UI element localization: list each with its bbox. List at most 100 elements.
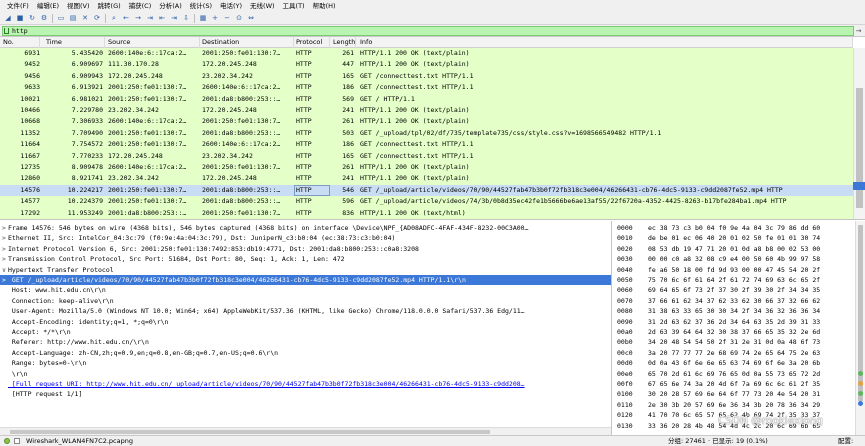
details-tree-row[interactable]: [HTTP request 1/1] xyxy=(0,389,611,399)
packet-row[interactable]: 14577 10.224379 2001:250:fe01:130:7… 2001:d… xyxy=(0,196,853,208)
details-tree-row[interactable]: > Ethernet II, Src: IntelCor_04:3c:79 (f0… xyxy=(0,233,611,243)
menu-item[interactable]: 电话(Y) xyxy=(216,0,246,12)
menu-item[interactable]: 帮助(H) xyxy=(309,0,340,12)
open-file-icon[interactable]: ▭ xyxy=(56,13,66,23)
menu-item[interactable]: 文件(F) xyxy=(3,0,33,12)
details-tree-row[interactable]: Referer: http://www.hit.edu.cn/\r\n xyxy=(0,337,611,347)
menu-item[interactable]: 无线(W) xyxy=(246,0,279,12)
zoom-reset-icon[interactable]: ⊙ xyxy=(234,13,244,23)
hex-row[interactable]: 00c0 3a 20 77 77 77 2e 68 69 74 2e 65 64 … xyxy=(613,348,853,358)
menu-item[interactable]: 捕获(C) xyxy=(125,0,156,12)
expand-arrow-icon[interactable]: ∨ xyxy=(0,265,8,275)
packet-row[interactable]: 12735 8.909478 2600:140e:6::17ca:2… 2001:25… xyxy=(0,162,853,174)
details-link-row[interactable]: [Full request URI: http://www.hit.edu.cn… xyxy=(0,379,611,389)
reload-icon[interactable]: ⟳ xyxy=(92,13,102,23)
hex-row[interactable]: 0070 37 66 61 62 34 37 62 33 62 30 66 37 … xyxy=(613,296,853,306)
details-tree-row[interactable]: > GET /_upload/article/videos/70/90/4452… xyxy=(0,275,611,286)
hex-row[interactable]: 0010 de be 01 ec 06 40 20 01 02 50 fe 01 … xyxy=(613,233,853,243)
column-header-info[interactable]: Info xyxy=(358,37,853,48)
expand-arrow-icon[interactable]: > xyxy=(0,244,8,254)
menu-item[interactable]: 统计(S) xyxy=(186,0,216,12)
go-forward-icon[interactable]: → xyxy=(133,13,143,23)
go-to-packet-icon[interactable]: ⇥ xyxy=(145,13,155,23)
packet-row[interactable]: 11352 7.709490 2001:250:fe01:130:7… 2001:da… xyxy=(0,127,853,140)
save-file-icon[interactable]: ▤ xyxy=(68,13,78,23)
menu-item[interactable]: 视图(V) xyxy=(63,0,94,12)
go-last-icon[interactable]: ⇥ xyxy=(169,13,179,23)
packet-row[interactable]: 2287715.0156482001:250:fe01:130:7…2001:d… xyxy=(0,219,853,220)
details-tree-row[interactable]: > Frame 14576: 546 bytes on wire (4368 bi… xyxy=(0,223,611,233)
zoom-in-icon[interactable]: + xyxy=(210,13,220,23)
hex-row[interactable]: 00f0 67 65 6e 74 3a 20 4d 6f 7a 69 6c 6c … xyxy=(613,379,853,389)
expand-arrow-icon[interactable]: > xyxy=(0,233,8,243)
hex-row[interactable]: 00d0 0d 0a 43 6f 6e 6e 65 63 74 69 6f 6e … xyxy=(613,358,853,368)
packet-row[interactable]: 6931 5.435420 2600:140e:6::17ca:2… 2001:250… xyxy=(0,48,853,60)
status-profile[interactable]: 配置: Default xyxy=(838,436,865,446)
options-gear-icon[interactable]: ⚙ xyxy=(39,13,49,23)
column-header-destination[interactable]: Destination xyxy=(200,37,294,48)
hex-row[interactable]: 0040 fe a6 50 18 00 fd 9d 93 00 00 47 45 … xyxy=(613,265,853,275)
details-tree-row[interactable]: User-Agent: Mozilla/5.0 (Windows NT 10.0… xyxy=(0,306,611,316)
hex-row[interactable]: 0060 69 64 65 6f 73 2f 37 30 2f 39 30 2f … xyxy=(613,285,853,295)
go-back-icon[interactable]: ← xyxy=(121,13,131,23)
packet-row[interactable]: 11664 7.754572 2001:250:fe01:130:7… 2600:14… xyxy=(0,139,853,151)
zoom-out-icon[interactable]: − xyxy=(222,13,232,23)
hex-row[interactable]: 0050 75 70 6c 6f 61 64 2f 61 72 74 69 63 … xyxy=(613,275,853,285)
expand-arrow-icon[interactable]: > xyxy=(0,275,8,285)
autoscroll-icon[interactable]: ⇩ xyxy=(181,13,191,23)
close-file-icon[interactable]: ✕ xyxy=(80,13,90,23)
details-tree-row[interactable]: Accept: */*\r\n xyxy=(0,327,611,337)
packet-row[interactable]: 9452 6.909697 111.30.170.28 172.20.245.248 H… xyxy=(0,59,853,71)
filter-apply-arrow-icon[interactable]: → xyxy=(854,26,863,36)
hex-row[interactable]: 00b0 34 20 48 54 54 50 2f 31 2e 31 0d 0a … xyxy=(613,337,853,347)
column-header-no[interactable]: No. xyxy=(0,37,40,48)
packet-row[interactable]: 9633 6.913921 2001:250:fe01:130:7… 2600:140… xyxy=(0,82,853,94)
details-tree-row[interactable]: > Internet Protocol Version 6, Src: 2001:… xyxy=(0,244,611,254)
packet-row[interactable]: 14576 10.224217 2001:250:fe01:130:7… 2001:d… xyxy=(0,184,853,197)
hex-row[interactable]: 00e0 65 70 2d 61 6c 69 76 65 0d 0a 55 73 … xyxy=(613,369,853,379)
menu-item[interactable]: 跳转(G) xyxy=(94,0,125,12)
capture-comment-icon[interactable] xyxy=(14,438,20,444)
details-tree-row[interactable]: ∨ Hypertext Transfer Protocol xyxy=(0,265,611,275)
hex-row[interactable]: 0000 ec 38 73 c3 b0 04 f0 9e 4a 04 3c 79 … xyxy=(613,223,853,233)
column-header-protocol[interactable]: Protocol xyxy=(294,37,330,48)
hex-row[interactable]: 00a0 2d 63 39 64 64 32 30 38 37 66 65 35 … xyxy=(613,327,853,337)
details-tree-row[interactable]: Range: bytes=0-\r\n xyxy=(0,358,611,368)
shark-fin-start-icon[interactable]: ◢ xyxy=(3,13,13,23)
details-tree-row[interactable]: Connection: keep-alive\r\n xyxy=(0,296,611,306)
hex-row[interactable]: 0030 00 00 c0 a8 32 08 c9 e4 00 50 60 4b … xyxy=(613,254,853,264)
packet-row[interactable]: 9456 6.909943 172.20.245.248 23.202.34.242 H… xyxy=(0,70,853,83)
details-tree-row[interactable]: Host: www.hit.edu.cn\r\n xyxy=(0,285,611,295)
packet-row[interactable]: 10668 7.306933 2600:140e:6::17ca:2… 2001:25… xyxy=(0,116,853,128)
restart-capture-icon[interactable]: ↻ xyxy=(27,13,37,23)
colorize-icon[interactable]: ▦ xyxy=(198,13,208,23)
details-horizontal-scrollbar[interactable] xyxy=(0,427,611,435)
packet-row[interactable]: 11667 7.770233 172.20.245.248 23.202.34.242… xyxy=(0,150,853,162)
stop-capture-icon[interactable]: ■ xyxy=(15,13,25,23)
expand-arrow-icon[interactable]: > xyxy=(0,223,8,233)
packet-row[interactable]: 12860 8.921741 23.202.34.242 172.20.245.248… xyxy=(0,173,853,185)
menu-item[interactable]: 编辑(E) xyxy=(33,0,63,12)
go-first-icon[interactable]: ⇤ xyxy=(157,13,167,23)
filter-bookmark-icon[interactable] xyxy=(4,28,9,34)
expand-arrow-icon[interactable]: > xyxy=(0,254,8,264)
hex-row[interactable]: 0110 2e 30 3b 20 57 69 6e 36 34 3b 20 78 … xyxy=(613,400,853,410)
hex-row[interactable]: 0100 30 20 28 57 69 6e 64 6f 77 73 20 4e … xyxy=(613,389,853,399)
packet-row[interactable]: 10021 6.981021 2001:250:fe01:130:7… 2001:da… xyxy=(0,93,853,105)
packet-list-scrollbar[interactable] xyxy=(853,48,865,219)
details-tree-row[interactable]: > Transmission Control Protocol, Src Port… xyxy=(0,254,611,264)
menu-item[interactable]: 工具(T) xyxy=(279,0,309,12)
column-header-length[interactable]: Length xyxy=(330,37,356,48)
display-filter-input[interactable] xyxy=(2,26,854,36)
details-tree-row[interactable]: Accept-Encoding: identity;q=1, *;q=0\r\n xyxy=(0,317,611,327)
resize-columns-icon[interactable]: ⇔ xyxy=(246,13,256,23)
packet-row[interactable]: 10466 7.229780 23.202.34.242 172.20.245.248… xyxy=(0,105,853,117)
find-packet-icon[interactable]: ⌕ xyxy=(109,13,119,23)
hex-row[interactable]: 0020 08 53 db 19 47 71 20 01 0d a8 b8 00 … xyxy=(613,244,853,254)
column-header-time[interactable]: Time xyxy=(40,37,105,48)
hex-row[interactable]: 0090 31 2d 63 62 37 36 2d 34 64 63 35 2d … xyxy=(613,317,853,327)
menu-item[interactable]: 分析(A) xyxy=(155,0,186,12)
column-header-source[interactable]: Source xyxy=(106,37,200,48)
details-tree-row[interactable]: Accept-Language: zh-CN,zh;q=0.9,en;q=0.8… xyxy=(0,348,611,358)
details-tree-row[interactable]: \r\n xyxy=(0,369,611,379)
